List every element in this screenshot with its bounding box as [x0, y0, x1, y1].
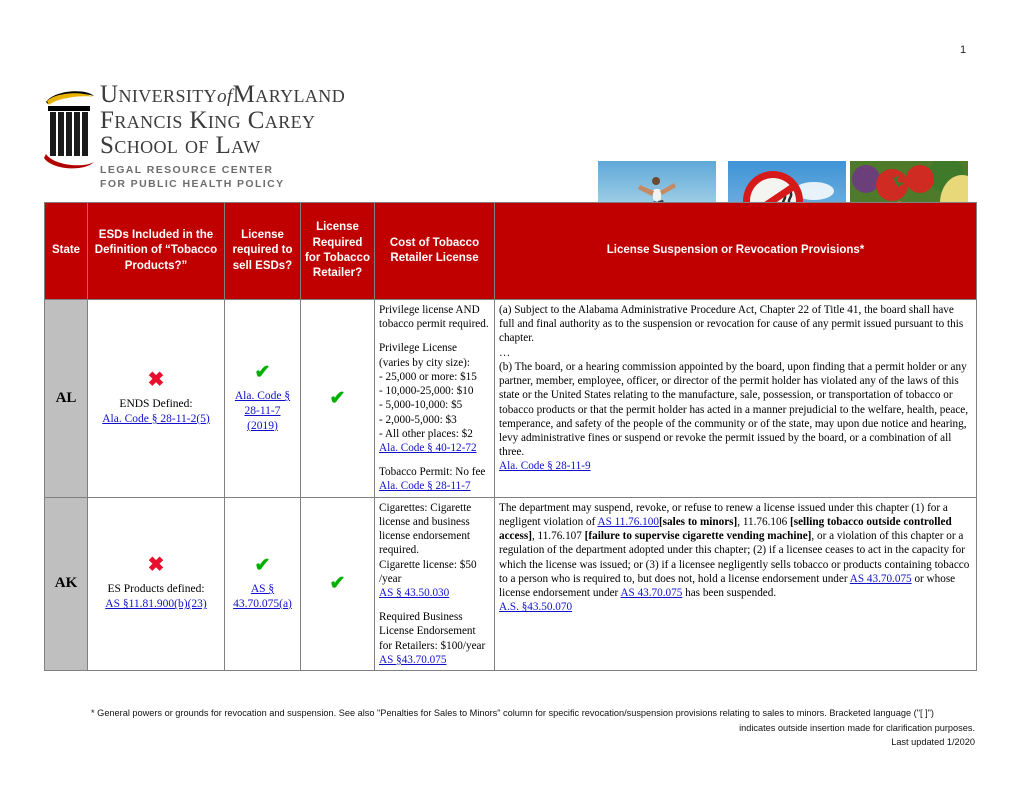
cost-citation-link-privilege-al[interactable]: Ala. Code § 40-12-72: [379, 442, 477, 454]
logo-wordmark: UNIVERSITYofMARYLAND FRANCIS KING CAREY …: [100, 82, 390, 191]
provision-link-2-ak[interactable]: AS 43.70.075: [850, 573, 912, 585]
logo-line-1: UNIVERSITYofMARYLAND: [100, 81, 346, 108]
col-header-license-sell-esds: License required to sell ESDs?: [224, 202, 301, 300]
provision-insertion-1: [sales to minors]: [658, 515, 738, 528]
logo-line-3: SCHOOL OF LAW: [100, 132, 261, 159]
col-header-suspension-provisions: License Suspension or Revocation Provisi…: [494, 202, 977, 300]
check-icon: ✔: [254, 554, 271, 576]
esd-definition-cell-ak: ✖ ES Products defined: AS §11.81.900(b)(…: [87, 496, 225, 672]
state-label-ak: AK: [44, 496, 88, 672]
col-header-state: State: [44, 202, 88, 300]
provision-paragraph-a: (a) Subject to the Alabama Administrativ…: [499, 304, 964, 345]
license-retailer-cell-ak: ✔: [300, 496, 375, 672]
check-icon: ✔: [254, 361, 271, 383]
footnote-line-1: * General powers or grounds for revocati…: [91, 708, 934, 718]
table-row: AL ✖ ENDS Defined: Ala. Code § 28-11-2(5…: [44, 299, 977, 498]
cost-citation-link-permit-al[interactable]: Ala. Code § 28-11-7: [379, 480, 471, 492]
provision-paragraph-b: (b) The board, or a hearing commission a…: [499, 360, 969, 459]
provision-text-2: , 11.76.106: [737, 515, 790, 528]
license-esd-citation-link-ak[interactable]: AS § 43.70.075(a): [228, 582, 297, 612]
provision-insertion-3: [failure to supervise cigarette vending …: [584, 530, 812, 543]
cost-paragraph-1: Privilege license AND tobacco permit req…: [379, 304, 489, 331]
cost-business-endorsement: Required Business License Endorsement fo…: [379, 611, 486, 652]
cost-paragraph-1: Cigarettes: Cigarette license and busine…: [379, 501, 472, 557]
cost-item: - 10,000-25,000: $10: [379, 385, 474, 398]
license-esd-citation-link-al[interactable]: Ala. Code § 28-11-7 (2019): [228, 389, 297, 434]
umd-pillars-icon: [44, 91, 94, 169]
esd-citation-link-al[interactable]: Ala. Code § 28-11-2(5): [102, 413, 210, 425]
cost-cigarette-license: Cigarette license: $50 /year: [379, 558, 477, 585]
provisions-citation-link-al[interactable]: Ala. Code § 28-11-9: [499, 460, 591, 472]
license-sell-esds-cell-al: ✔ Ala. Code § 28-11-7 (2019): [224, 299, 301, 498]
cost-item: - 5,000-10,000: $5: [379, 399, 463, 412]
footnote: * General powers or grounds for revocati…: [50, 706, 975, 750]
logo-line-5: FOR PUBLIC HEALTH POLICY: [100, 177, 285, 190]
cost-citation-link-cigarette-ak[interactable]: AS § 43.50.030: [379, 587, 449, 599]
esd-note-al: ENDS Defined:: [119, 397, 193, 410]
cost-item: - All other places: $2: [379, 427, 473, 440]
provision-paragraph: The department may suspend, revoke, or r…: [499, 501, 972, 601]
x-icon: ✖: [147, 368, 165, 391]
last-updated: Last updated 1/2020: [891, 737, 975, 748]
provision-link-1-ak[interactable]: AS 11.76.100: [598, 516, 659, 528]
esd-note-ak: ES Products defined:: [107, 583, 205, 596]
university-logo: UNIVERSITYofMARYLAND FRANCIS KING CAREY …: [44, 82, 384, 190]
cost-item: - 25,000 or more: $15: [379, 370, 477, 383]
provision-ellipsis: …: [499, 346, 511, 359]
cost-cell-ak: Cigarettes: Cigarette license and busine…: [374, 496, 495, 672]
esd-definition-cell-al: ✖ ENDS Defined: Ala. Code § 28-11-2(5): [87, 299, 225, 498]
provisions-cell-ak: The department may suspend, revoke, or r…: [494, 496, 977, 672]
cost-privilege-heading: Privilege License (varies by city size):: [379, 342, 471, 369]
license-sell-esds-cell-ak: ✔ AS § 43.70.075(a): [224, 496, 301, 672]
cost-citation-link-endorsement-ak[interactable]: AS §43.70.075: [379, 654, 446, 666]
provision-link-3-ak[interactable]: AS 43.70.075: [620, 587, 682, 599]
provision-text-3: , 11.76.107: [531, 530, 585, 543]
page-number: 1: [960, 44, 967, 56]
logo-line-2: FRANCIS KING CAREY: [100, 106, 316, 134]
x-icon: ✖: [147, 554, 165, 577]
cost-permit-text: Tobacco Permit: No fee: [379, 466, 486, 479]
check-icon: ✔: [329, 573, 346, 595]
state-label-al: AL: [44, 299, 88, 498]
check-icon: ✔: [329, 387, 346, 409]
table-header-row: State ESDs Included in the Definition of…: [44, 202, 977, 300]
logo-line-4: LEGAL RESOURCE CENTER: [100, 163, 274, 176]
state-tobacco-license-table: State ESDs Included in the Definition of…: [44, 202, 977, 672]
col-header-license-tobacco-retailer: License Required for Tobacco Retailer?: [300, 202, 375, 300]
col-header-esds-definition: ESDs Included in the Definition of “Toba…: [87, 202, 225, 300]
cost-cell-al: Privilege license AND tobacco permit req…: [374, 299, 495, 498]
license-retailer-cell-al: ✔: [300, 299, 375, 498]
col-header-cost-license: Cost of Tobacco Retailer License: [374, 202, 495, 300]
cost-item: - 2,000-5,000: $3: [379, 413, 457, 426]
provisions-citation-link-ak[interactable]: A.S. §43.50.070: [499, 601, 572, 613]
footnote-line-2: indicates outside insertion made for cla…: [739, 722, 975, 733]
esd-citation-link-ak[interactable]: AS §11.81.900(b)(23): [105, 598, 206, 610]
document-header: UNIVERSITYofMARYLAND FRANCIS KING CAREY …: [0, 78, 1020, 259]
table-row: AK ✖ ES Products defined: AS §11.81.900(…: [44, 496, 977, 672]
provision-text-6: has been suspended.: [682, 586, 777, 599]
provisions-cell-al: (a) Subject to the Alabama Administrativ…: [494, 299, 977, 498]
